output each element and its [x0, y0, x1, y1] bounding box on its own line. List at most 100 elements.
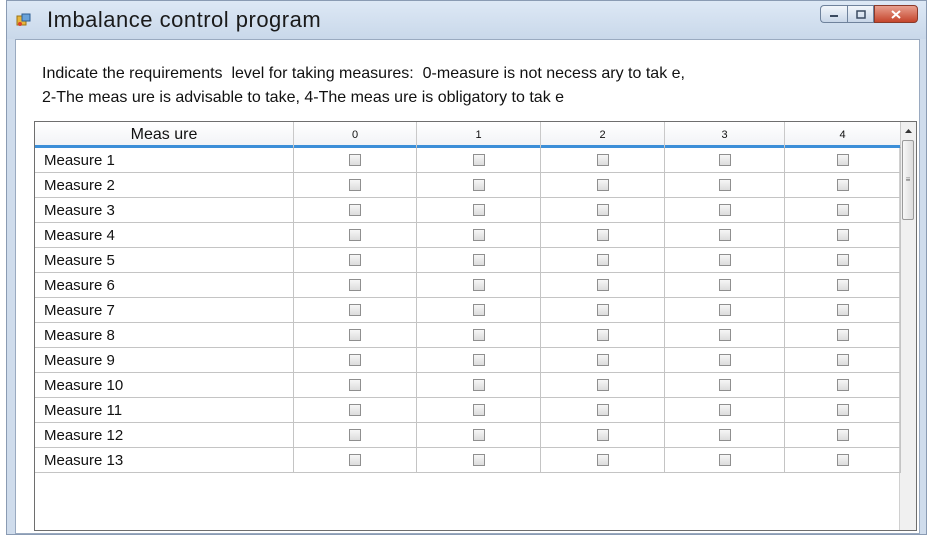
- level-checkbox[interactable]: [596, 279, 609, 291]
- level-checkbox[interactable]: [718, 179, 731, 191]
- measure-name-cell[interactable]: Measure 8: [35, 323, 294, 347]
- level-checkbox[interactable]: [596, 379, 609, 391]
- column-header-1[interactable]: 1: [417, 122, 541, 148]
- level-cell-0[interactable]: [294, 173, 417, 197]
- level-cell-4[interactable]: [785, 348, 901, 372]
- level-cell-1[interactable]: [417, 198, 541, 222]
- level-checkbox[interactable]: [472, 404, 485, 416]
- level-checkbox[interactable]: [349, 329, 361, 341]
- level-checkbox[interactable]: [718, 204, 731, 216]
- level-cell-0[interactable]: [294, 148, 417, 172]
- level-cell-0[interactable]: [294, 248, 417, 272]
- level-checkbox[interactable]: [349, 454, 361, 466]
- level-cell-3[interactable]: [665, 148, 785, 172]
- level-checkbox[interactable]: [349, 354, 361, 366]
- close-button[interactable]: [874, 5, 918, 23]
- level-checkbox[interactable]: [349, 179, 361, 191]
- level-checkbox[interactable]: [836, 279, 849, 291]
- level-checkbox[interactable]: [836, 329, 849, 341]
- level-cell-1[interactable]: [417, 423, 541, 447]
- level-cell-2[interactable]: [541, 423, 665, 447]
- level-cell-3[interactable]: [665, 248, 785, 272]
- level-cell-1[interactable]: [417, 248, 541, 272]
- level-cell-3[interactable]: [665, 198, 785, 222]
- level-cell-2[interactable]: [541, 348, 665, 372]
- level-checkbox[interactable]: [349, 279, 361, 291]
- level-cell-2[interactable]: [541, 273, 665, 297]
- level-cell-1[interactable]: [417, 373, 541, 397]
- level-checkbox[interactable]: [349, 304, 361, 316]
- level-checkbox[interactable]: [596, 404, 609, 416]
- level-cell-1[interactable]: [417, 398, 541, 422]
- level-cell-3[interactable]: [665, 348, 785, 372]
- level-cell-4[interactable]: [785, 398, 901, 422]
- level-cell-2[interactable]: [541, 448, 665, 472]
- level-cell-0[interactable]: [294, 323, 417, 347]
- level-checkbox[interactable]: [596, 429, 609, 441]
- level-checkbox[interactable]: [596, 154, 609, 166]
- level-checkbox[interactable]: [718, 304, 731, 316]
- level-cell-2[interactable]: [541, 223, 665, 247]
- level-checkbox[interactable]: [349, 254, 361, 266]
- level-checkbox[interactable]: [836, 304, 849, 316]
- level-cell-0[interactable]: [294, 423, 417, 447]
- column-header-measure[interactable]: Meas ure: [35, 122, 294, 148]
- scroll-up-button[interactable]: [900, 122, 916, 139]
- level-cell-4[interactable]: [785, 448, 901, 472]
- level-cell-4[interactable]: [785, 173, 901, 197]
- level-checkbox[interactable]: [472, 304, 485, 316]
- level-checkbox[interactable]: [472, 179, 485, 191]
- level-checkbox[interactable]: [472, 354, 485, 366]
- level-checkbox[interactable]: [472, 254, 485, 266]
- level-cell-3[interactable]: [665, 423, 785, 447]
- level-checkbox[interactable]: [596, 329, 609, 341]
- column-header-0[interactable]: 0: [294, 122, 417, 148]
- level-cell-2[interactable]: [541, 398, 665, 422]
- vertical-scrollbar[interactable]: ≡: [899, 122, 916, 530]
- level-cell-2[interactable]: [541, 298, 665, 322]
- level-cell-1[interactable]: [417, 273, 541, 297]
- level-checkbox[interactable]: [718, 329, 731, 341]
- measure-name-cell[interactable]: Measure 13: [35, 448, 294, 472]
- level-checkbox[interactable]: [349, 154, 361, 166]
- level-checkbox[interactable]: [596, 354, 609, 366]
- level-cell-4[interactable]: [785, 273, 901, 297]
- level-checkbox[interactable]: [596, 179, 609, 191]
- level-cell-1[interactable]: [417, 448, 541, 472]
- level-cell-4[interactable]: [785, 148, 901, 172]
- level-checkbox[interactable]: [596, 254, 609, 266]
- level-cell-2[interactable]: [541, 173, 665, 197]
- level-checkbox[interactable]: [718, 279, 731, 291]
- level-cell-0[interactable]: [294, 348, 417, 372]
- level-checkbox[interactable]: [472, 154, 485, 166]
- level-checkbox[interactable]: [836, 179, 849, 191]
- level-checkbox[interactable]: [836, 229, 849, 241]
- level-cell-3[interactable]: [665, 448, 785, 472]
- level-cell-0[interactable]: [294, 198, 417, 222]
- measure-name-cell[interactable]: Measure 1: [35, 148, 294, 172]
- maximize-button[interactable]: [847, 5, 874, 23]
- level-cell-1[interactable]: [417, 173, 541, 197]
- level-cell-3[interactable]: [665, 173, 785, 197]
- level-cell-4[interactable]: [785, 298, 901, 322]
- level-checkbox[interactable]: [349, 429, 361, 441]
- measures-grid[interactable]: ≡ Meas ure 0 1 2 3 4 Measure 1 Measure 2 Measure…: [34, 121, 917, 531]
- level-checkbox[interactable]: [836, 254, 849, 266]
- level-checkbox[interactable]: [718, 404, 731, 416]
- level-cell-3[interactable]: [665, 298, 785, 322]
- level-checkbox[interactable]: [472, 229, 485, 241]
- level-cell-4[interactable]: [785, 423, 901, 447]
- level-cell-3[interactable]: [665, 223, 785, 247]
- level-cell-1[interactable]: [417, 348, 541, 372]
- measure-name-cell[interactable]: Measure 4: [35, 223, 294, 247]
- column-header-3[interactable]: 3: [665, 122, 785, 148]
- minimize-button[interactable]: [820, 5, 847, 23]
- level-checkbox[interactable]: [718, 254, 731, 266]
- level-cell-4[interactable]: [785, 198, 901, 222]
- level-checkbox[interactable]: [349, 379, 361, 391]
- level-cell-3[interactable]: [665, 398, 785, 422]
- level-cell-2[interactable]: [541, 198, 665, 222]
- level-cell-0[interactable]: [294, 223, 417, 247]
- level-checkbox[interactable]: [472, 204, 485, 216]
- level-checkbox[interactable]: [349, 229, 361, 241]
